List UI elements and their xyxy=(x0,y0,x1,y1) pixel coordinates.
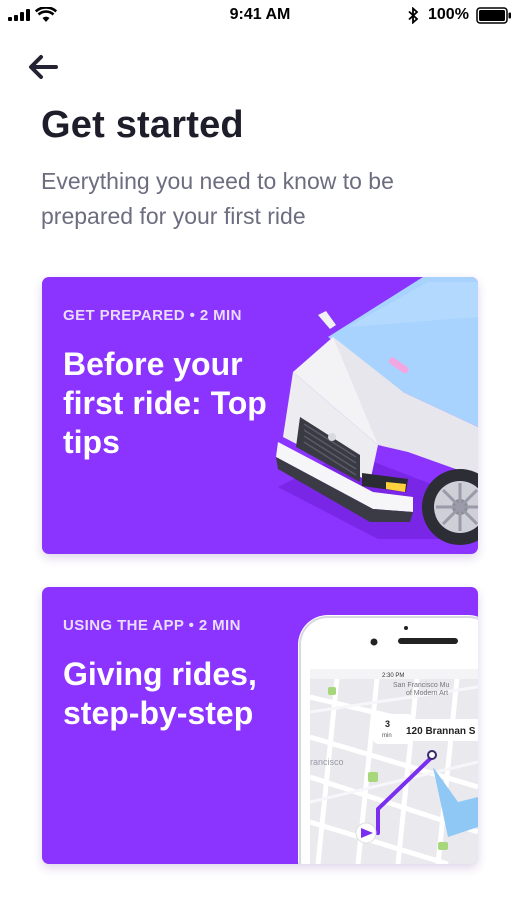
card-eyebrow: USING THE APP • 2 MIN xyxy=(63,617,241,634)
card-giving-rides[interactable]: 2:30 PM San Francisco Mu of Modern Art r… xyxy=(42,587,478,864)
battery-icon xyxy=(476,7,511,24)
map-label-city: rancisco xyxy=(310,757,344,767)
page-subtitle: Everything you need to know to be prepar… xyxy=(41,168,394,229)
phone-map-illustration: 2:30 PM San Francisco Mu of Modern Art r… xyxy=(298,615,478,864)
card-headline: Giving rides, step-by-step xyxy=(63,656,257,731)
status-bar: 9:41 AM 100% xyxy=(0,0,520,30)
card-headline: Before your first ride: Top tips xyxy=(63,346,267,460)
phone-clock: 2:30 PM xyxy=(382,673,404,679)
card-eyebrow: GET PREPARED • 2 MIN xyxy=(63,307,242,324)
map-label-modern-art: of Modern Art xyxy=(406,690,448,697)
destination-label: 120 Brannan S xyxy=(406,726,476,737)
eta-value: 3 xyxy=(385,719,390,729)
card-before-first-ride[interactable]: GET PREPARED • 2 MIN Before your first r… xyxy=(42,277,478,554)
back-arrow-icon[interactable] xyxy=(26,52,62,82)
map-label-museum: San Francisco Mu xyxy=(393,682,450,689)
page-title: Get started xyxy=(41,104,244,146)
battery-percent: 100% xyxy=(428,6,469,23)
bluetooth-icon xyxy=(408,7,419,24)
eta-unit: min xyxy=(382,733,392,739)
